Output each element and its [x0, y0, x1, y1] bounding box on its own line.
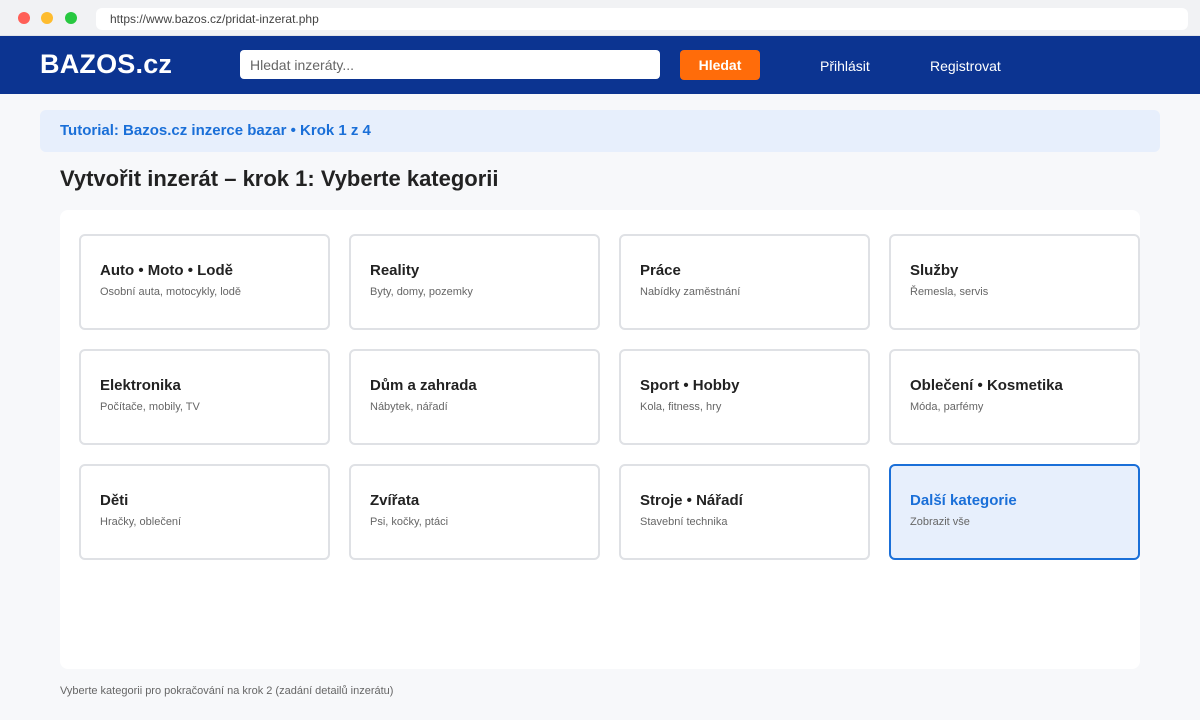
login-link[interactable]: Přihlásit [820, 58, 870, 74]
category-subtitle: Móda, parfémy [910, 401, 984, 413]
category-subtitle: Nábytek, nářadí [370, 401, 448, 413]
category-card-dum-zahrada[interactable]: Dům a zahrada Nábytek, nářadí [349, 349, 600, 445]
category-subtitle: Byty, domy, pozemky [370, 286, 473, 298]
category-title: Stroje • Nářadí [640, 492, 743, 509]
tutorial-banner: Tutorial: Bazos.cz inzerce bazar • Krok … [40, 110, 1160, 152]
category-subtitle: Stavební technika [640, 516, 728, 528]
browser-toolbar: https://www.bazos.cz/pridat-inzerat.php [0, 0, 1200, 36]
category-title: Další kategorie [910, 492, 1017, 509]
category-card-elektronika[interactable]: Elektronika Počítače, mobily, TV [79, 349, 330, 445]
category-subtitle: Zobrazit vše [910, 516, 970, 528]
category-title: Dům a zahrada [370, 377, 477, 394]
category-card-prace[interactable]: Práce Nabídky zaměstnání [619, 234, 870, 330]
category-card-sluzby[interactable]: Služby Řemesla, servis [889, 234, 1140, 330]
category-title: Práce [640, 262, 681, 279]
category-title: Děti [100, 492, 129, 509]
register-link[interactable]: Registrovat [930, 58, 1001, 74]
site-header: BAZOS.cz Hledat Přihlásit Registrovat [0, 36, 1200, 94]
category-title: Sport • Hobby [640, 377, 740, 394]
category-subtitle: Hračky, oblečení [100, 516, 182, 528]
site-logo[interactable]: BAZOS.cz [40, 49, 172, 80]
page-title: Vytvořit inzerát – krok 1: Vyberte kateg… [60, 166, 499, 191]
category-card-auto-moto[interactable]: Auto • Moto • Lodě Osobní auta, motocykl… [79, 234, 330, 330]
footer-note: Vyberte kategorii pro pokračování na kro… [60, 685, 394, 697]
category-subtitle: Počítače, mobily, TV [100, 401, 200, 413]
category-title: Reality [370, 262, 420, 279]
category-card-zvirata[interactable]: Zvířata Psi, kočky, ptáci [349, 464, 600, 560]
category-card-dalsi-kategorie[interactable]: Další kategorie Zobrazit vše [889, 464, 1140, 560]
category-card-stroje-naradi[interactable]: Stroje • Nářadí Stavební technika [619, 464, 870, 560]
category-subtitle: Kola, fitness, hry [640, 401, 722, 413]
window-close-dot[interactable] [18, 12, 30, 24]
category-title: Služby [910, 262, 959, 279]
category-subtitle: Řemesla, servis [910, 286, 989, 298]
address-bar[interactable]: https://www.bazos.cz/pridat-inzerat.php [96, 8, 1188, 30]
category-card-obleceni-kosmetika[interactable]: Oblečení • Kosmetika Móda, parfémy [889, 349, 1140, 445]
category-title: Elektronika [100, 377, 181, 394]
window-maximize-dot[interactable] [65, 12, 77, 24]
category-card-reality[interactable]: Reality Byty, domy, pozemky [349, 234, 600, 330]
category-subtitle: Psi, kočky, ptáci [370, 516, 449, 528]
search-input[interactable] [240, 50, 660, 79]
window-minimize-dot[interactable] [41, 12, 53, 24]
category-subtitle: Osobní auta, motocykly, lodě [100, 286, 242, 298]
category-title: Auto • Moto • Lodě [100, 262, 233, 279]
category-card-deti[interactable]: Děti Hračky, oblečení [79, 464, 330, 560]
category-panel: Auto • Moto • Lodě Osobní auta, motocykl… [60, 210, 1140, 669]
category-subtitle: Nabídky zaměstnání [640, 286, 741, 298]
category-title: Oblečení • Kosmetika [910, 377, 1063, 394]
search-button[interactable]: Hledat [680, 50, 760, 80]
category-card-sport-hobby[interactable]: Sport • Hobby Kola, fitness, hry [619, 349, 870, 445]
category-title: Zvířata [370, 492, 420, 509]
